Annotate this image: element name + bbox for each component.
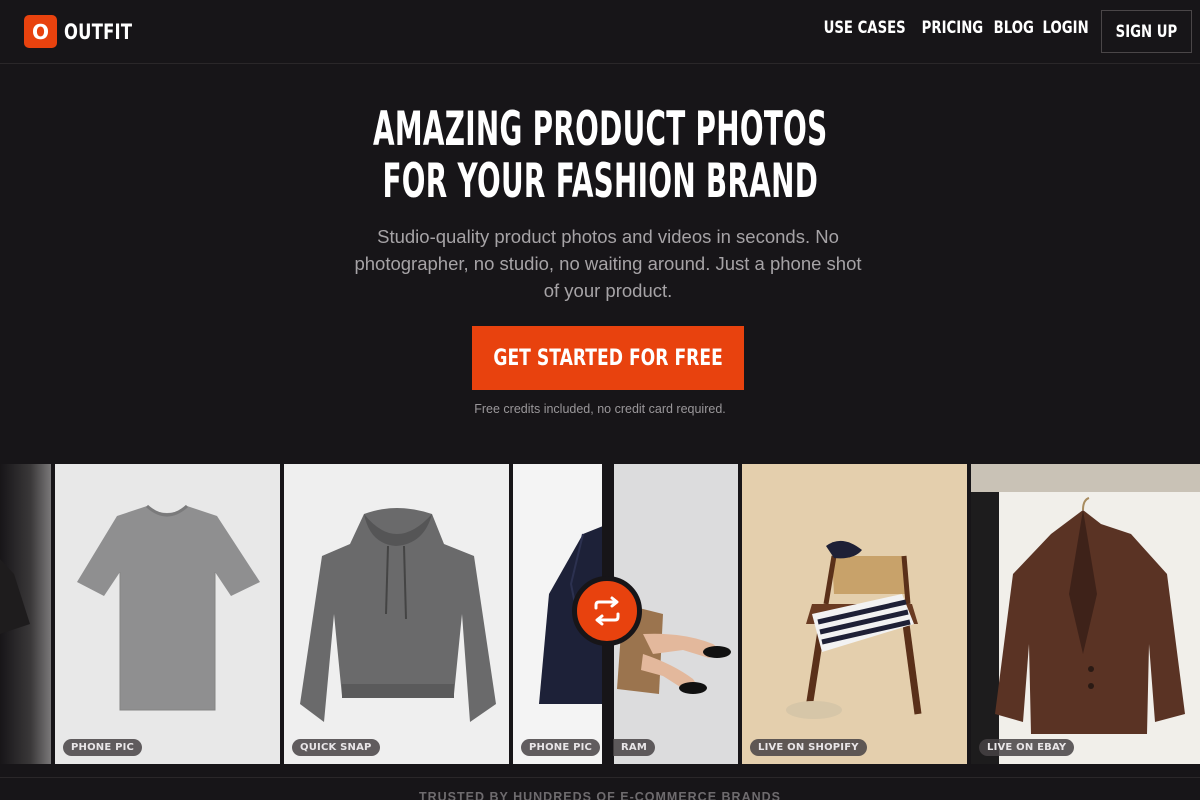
sign-up-label: SIGN UP — [1115, 21, 1178, 42]
gallery-tile-ebay[interactable]: LIVE ON EBAY — [971, 464, 1200, 764]
tshirt-image — [55, 464, 280, 764]
gallery-badge: QUICK SNAP — [292, 739, 380, 756]
gallery-tile-shopify[interactable]: LIVE ON SHOPIFY — [742, 464, 967, 764]
hero-title-line-1: AMAZING PRODUCT PHOTOS — [372, 102, 828, 157]
gallery-tile-edge — [0, 464, 51, 764]
logo-text: OUTFIT — [64, 19, 133, 44]
top-nav: O OUTFIT USE CASES PRICING BLOG LOGIN SI… — [0, 0, 1200, 64]
hero-title-line-2: FOR YOUR FASHION BRAND — [382, 154, 818, 209]
nav-link-pricing[interactable]: PRICING — [922, 18, 984, 38]
nav-link-blog[interactable]: BLOG — [994, 18, 1034, 38]
hero-title: AMAZING PRODUCT PHOTOS FOR YOUR FASHION … — [0, 104, 1200, 208]
get-started-button[interactable]: GET STARTED FOR FREE — [472, 326, 744, 390]
product-gallery: PHONE PIC QUICK SNAP PHONE PIC RAM LIVE … — [0, 464, 1200, 764]
gallery-badge: LIVE ON SHOPIFY — [750, 739, 867, 756]
gallery-badge: LIVE ON EBAY — [979, 739, 1075, 756]
compare-swap-button[interactable] — [572, 576, 642, 646]
gallery-badge: PHONE PIC — [63, 739, 143, 756]
brown-blazer-image — [971, 464, 1200, 764]
trusted-by-heading: TRUSTED BY HUNDREDS OF E-COMMERCE BRANDS — [418, 790, 781, 800]
section-divider — [0, 777, 1200, 778]
gallery-tile-hoodie[interactable]: QUICK SNAP — [284, 464, 509, 764]
hoodie-image — [284, 464, 509, 764]
sign-up-button[interactable]: SIGN UP — [1101, 10, 1192, 53]
gallery-badge-clipped: RAM — [613, 739, 655, 756]
gallery-badge: PHONE PIC — [521, 739, 601, 756]
nav-links: USE CASES PRICING BLOG LOGIN — [818, 18, 1089, 38]
get-started-label: GET STARTED FOR FREE — [493, 345, 723, 371]
logo[interactable]: O OUTFIT — [24, 15, 152, 48]
logo-mark: O — [24, 15, 57, 48]
cta-note: Free credits included, no credit card re… — [474, 402, 726, 416]
tshirt-fragment-image — [0, 559, 30, 634]
nav-link-login[interactable]: LOGIN — [1042, 18, 1088, 38]
nav-link-use-cases[interactable]: USE CASES — [824, 18, 906, 38]
swap-arrows-icon — [594, 596, 620, 626]
chair-scene-image — [742, 464, 967, 764]
hero-subtitle: Studio-quality product photos and videos… — [354, 226, 862, 301]
gallery-tile-tshirt[interactable]: PHONE PIC — [55, 464, 280, 764]
